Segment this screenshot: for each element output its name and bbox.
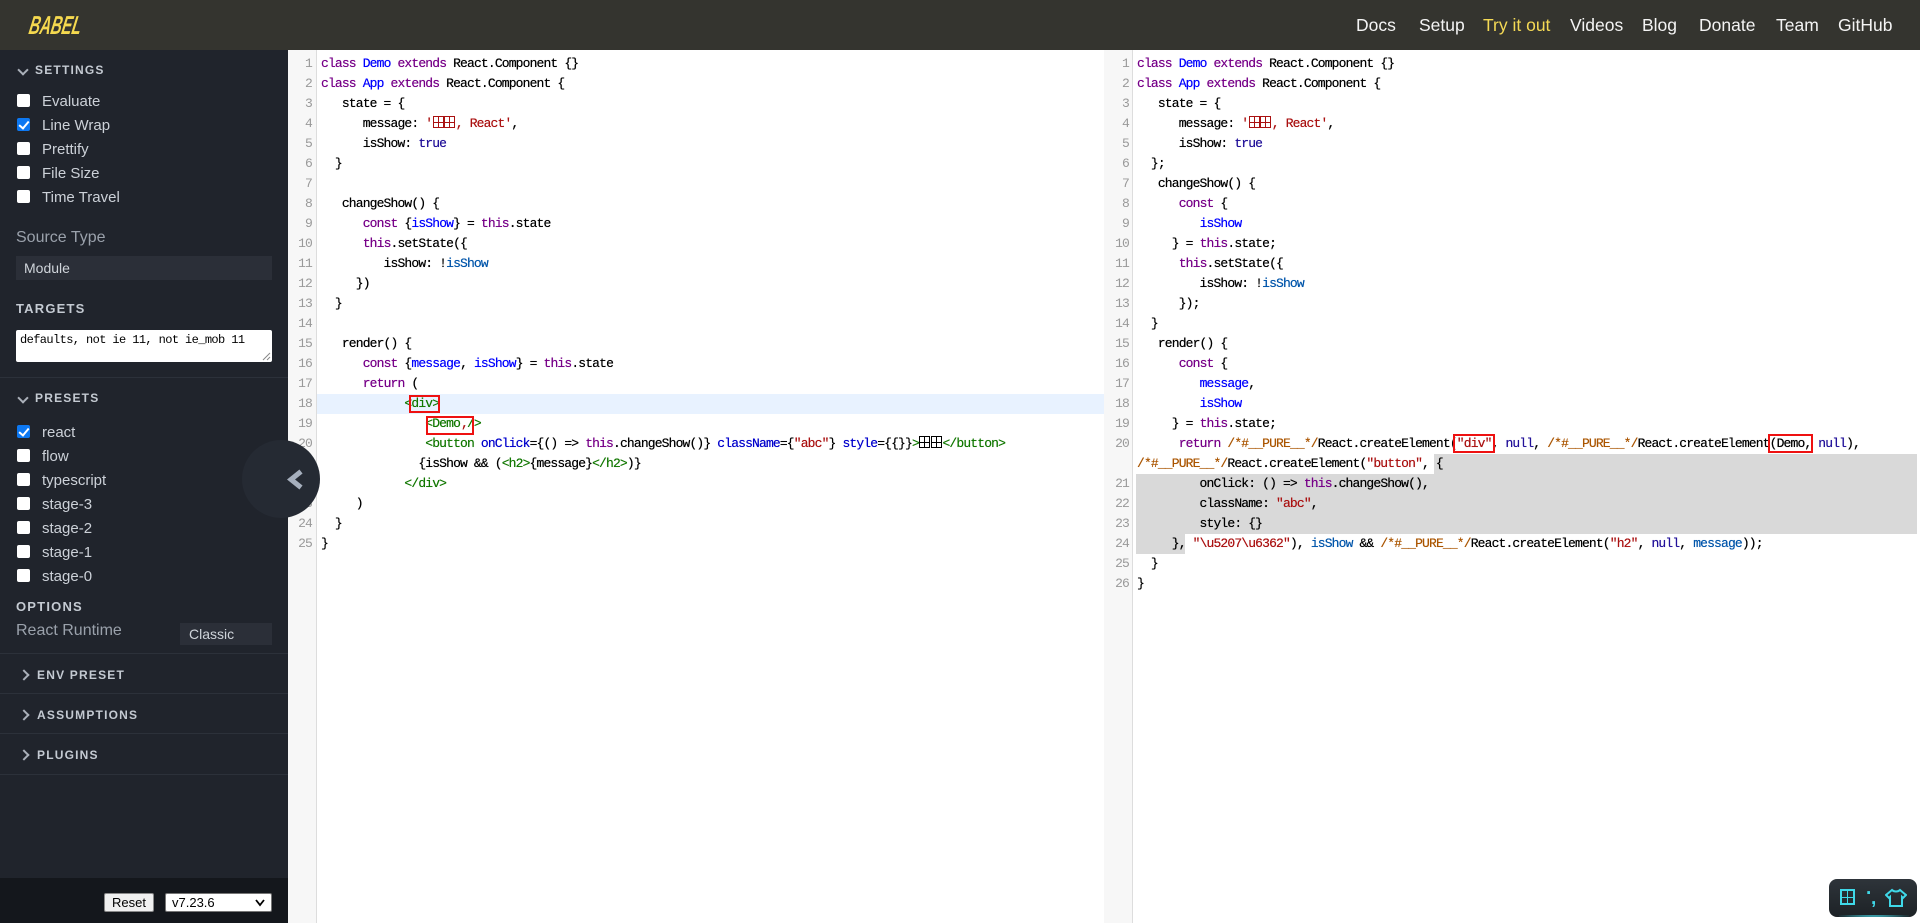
svg-text:BABEL: BABEL — [27, 10, 85, 40]
